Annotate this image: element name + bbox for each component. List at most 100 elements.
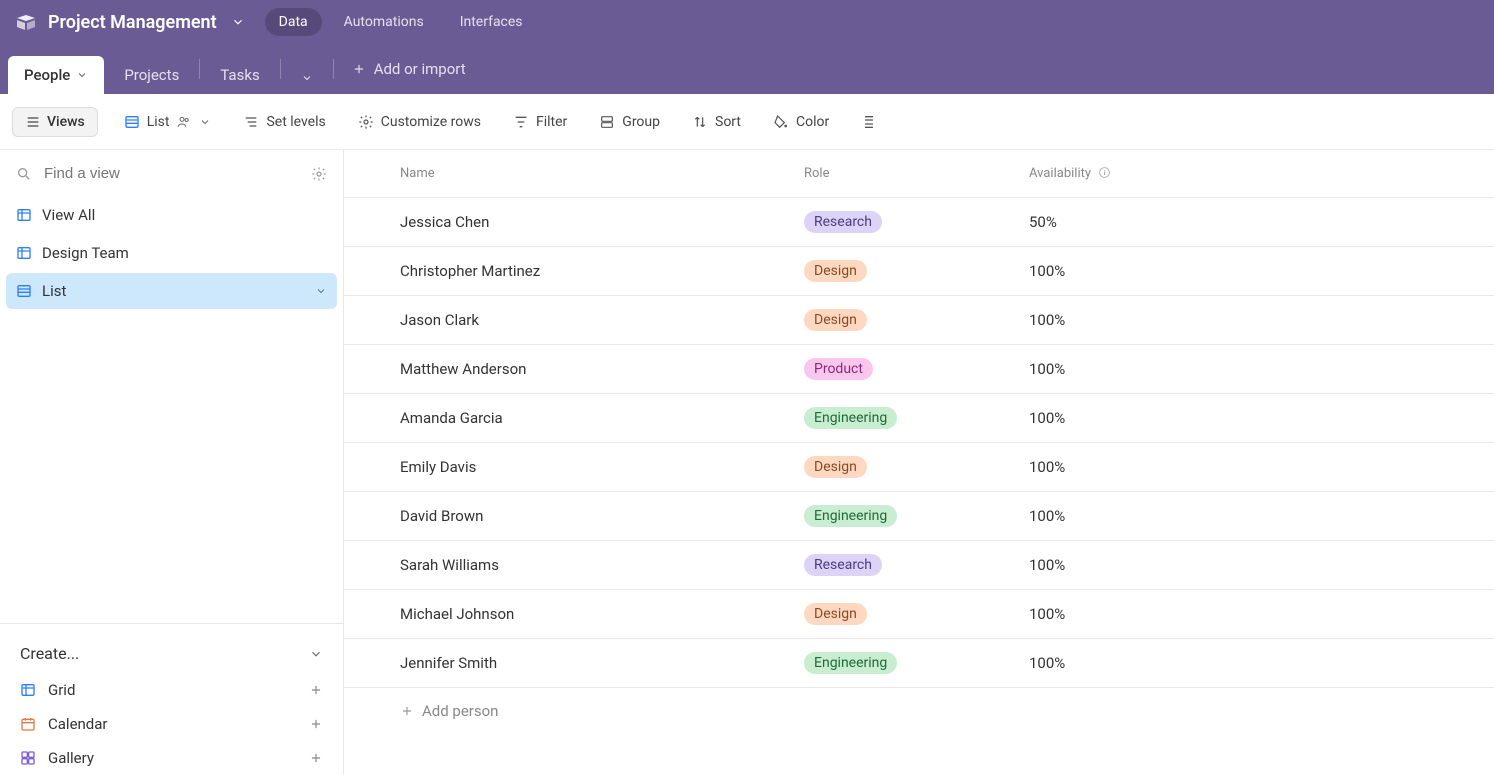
add-import-label: Add or import [374, 60, 466, 78]
col-availability-header[interactable]: Availability [1029, 166, 1494, 181]
info-icon [1098, 166, 1111, 179]
group-label: Group [622, 114, 660, 130]
filter-button[interactable]: Filter [507, 108, 573, 136]
search-input[interactable] [42, 164, 301, 183]
role-pill: Engineering [804, 652, 897, 674]
main-area: View All Design Team List Create... [0, 150, 1494, 775]
menu-icon [25, 114, 41, 130]
plus-icon [400, 704, 414, 718]
cell-availability: 100% [1029, 409, 1494, 427]
cell-role: Engineering [804, 407, 1029, 429]
table-row[interactable]: Emily DavisDesign100% [344, 443, 1494, 492]
create-calendar[interactable]: Calendar [10, 707, 333, 741]
cell-name: Matthew Anderson [344, 360, 804, 378]
plus-icon[interactable] [309, 717, 323, 731]
cell-availability: 100% [1029, 458, 1494, 476]
data-list: Name Role Availability Jessica ChenResea… [344, 150, 1494, 775]
set-levels-label: Set levels [266, 114, 325, 130]
levels-icon [243, 114, 259, 130]
calendar-icon [20, 716, 36, 732]
create-gallery[interactable]: Gallery [10, 741, 333, 775]
view-item-view-all[interactable]: View All [6, 197, 337, 233]
nav-interfaces[interactable]: Interfaces [446, 8, 537, 36]
table-row[interactable]: Jennifer SmithEngineering100% [344, 639, 1494, 688]
tab-separator [333, 59, 334, 79]
filter-icon [513, 114, 529, 130]
create-item-label: Gallery [48, 749, 94, 767]
list-view-icon [124, 114, 140, 130]
nav-data[interactable]: Data [265, 8, 322, 36]
view-name: List [147, 114, 170, 130]
table-row[interactable]: Michael JohnsonDesign 100% [344, 590, 1494, 639]
role-pill: Research [804, 211, 882, 233]
table-row[interactable]: Amanda GarciaEngineering100% [344, 394, 1494, 443]
cell-role: Product [804, 358, 1029, 380]
grid-view-icon [16, 245, 32, 261]
view-label: List [42, 282, 66, 300]
col-name-header[interactable]: Name [344, 166, 804, 181]
add-person-button[interactable]: Add person [344, 688, 1494, 734]
gear-icon[interactable] [311, 166, 327, 182]
cell-name: Sarah Williams [344, 556, 804, 574]
list-view-icon [16, 283, 32, 299]
view-list: View All Design Team List [0, 197, 343, 309]
current-view-switcher[interactable]: List [118, 108, 218, 136]
cell-name: Emily Davis [344, 458, 804, 476]
table-row[interactable]: Matthew AndersonProduct100% [344, 345, 1494, 394]
tab-people[interactable]: People [8, 56, 104, 94]
table-row[interactable]: Jason ClarkDesign100% [344, 296, 1494, 345]
create-section: Create... Grid Calendar [0, 623, 343, 775]
sort-label: Sort [715, 114, 741, 130]
role-pill: Design [804, 260, 867, 282]
cell-role: Research [804, 554, 1029, 576]
cell-role: Engineering [804, 652, 1029, 674]
cell-role: Research [804, 211, 1029, 233]
chevron-down-icon [76, 69, 88, 81]
grid-view-icon [16, 207, 32, 223]
col-role-header[interactable]: Role [804, 166, 1029, 181]
filter-label: Filter [536, 114, 567, 130]
cell-availability: 100% [1029, 556, 1494, 574]
chevron-down-icon [199, 116, 211, 128]
table-row[interactable]: Jessica ChenResearch50% [344, 198, 1494, 247]
create-header[interactable]: Create... [10, 638, 333, 673]
table-row[interactable]: Christopher MartinezDesign100% [344, 247, 1494, 296]
cell-name: Michael Johnson [344, 605, 804, 623]
add-or-import-button[interactable]: Add or import [338, 50, 480, 88]
plus-icon[interactable] [309, 683, 323, 697]
app-title[interactable]: Project Management [48, 12, 217, 33]
create-grid[interactable]: Grid [10, 673, 333, 707]
row-height-button[interactable] [855, 108, 883, 136]
role-pill: Design [804, 309, 867, 331]
nav-automations[interactable]: Automations [330, 8, 438, 36]
cell-name: Christopher Martinez [344, 262, 804, 280]
view-item-list[interactable]: List [6, 273, 337, 309]
cell-name: Jennifer Smith [344, 654, 804, 672]
view-item-design-team[interactable]: Design Team [6, 235, 337, 271]
customize-rows-button[interactable]: Customize rows [352, 108, 487, 136]
cell-name: David Brown [344, 507, 804, 525]
plus-icon[interactable] [309, 751, 323, 765]
tab-projects[interactable]: Projects [108, 56, 195, 94]
top-header: Project Management Data Automations Inte… [0, 0, 1494, 44]
chevron-down-icon[interactable] [315, 285, 327, 297]
color-button[interactable]: Color [767, 108, 835, 136]
cell-role: Design [804, 309, 1029, 331]
tab-dropdown[interactable] [285, 62, 329, 94]
cell-role: Design [804, 456, 1029, 478]
gallery-icon [20, 750, 36, 766]
list-header: Name Role Availability [344, 150, 1494, 198]
role-pill: Design [804, 603, 867, 625]
sort-button[interactable]: Sort [686, 108, 747, 136]
table-row[interactable]: David BrownEngineering100% [344, 492, 1494, 541]
chevron-down-icon[interactable] [231, 15, 245, 29]
set-levels-button[interactable]: Set levels [237, 108, 331, 136]
cell-availability: 100% [1029, 605, 1494, 623]
tab-tasks[interactable]: Tasks [204, 56, 275, 94]
gear-icon [358, 114, 374, 130]
plus-icon [352, 62, 366, 76]
group-button[interactable]: Group [593, 108, 666, 136]
search-icon [16, 166, 32, 182]
views-button[interactable]: Views [12, 107, 98, 137]
table-row[interactable]: Sarah WilliamsResearch100% [344, 541, 1494, 590]
